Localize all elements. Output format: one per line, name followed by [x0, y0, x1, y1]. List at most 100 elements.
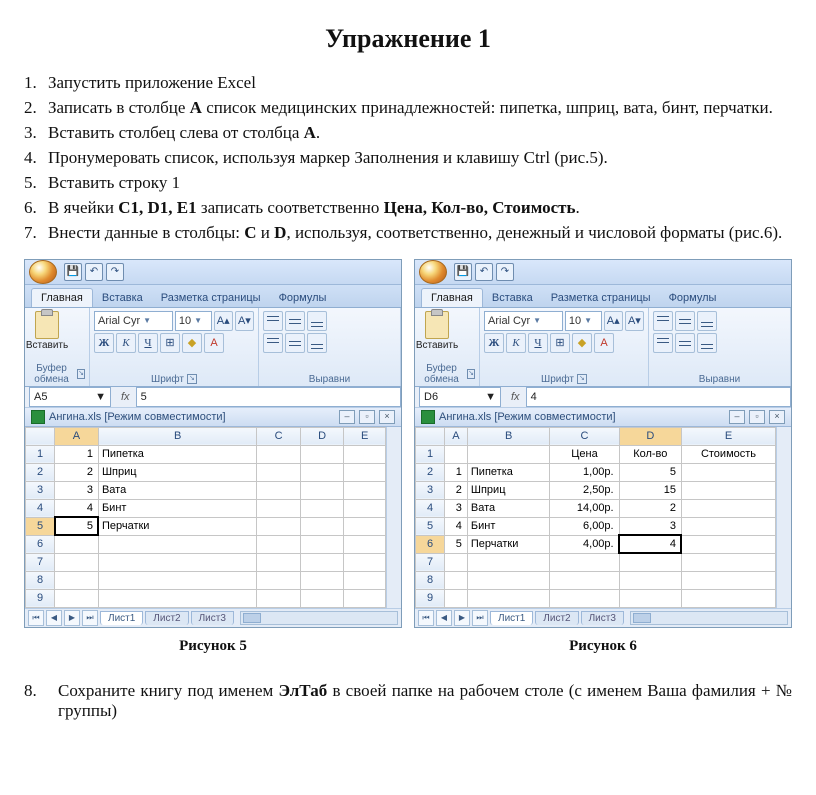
spreadsheet-grid[interactable]: A B C D E 11Пипетка 22Шприц 33Вата 44Бин…: [25, 427, 386, 608]
tab-insert[interactable]: Вставка: [93, 289, 152, 307]
clipboard-icon: [425, 311, 449, 339]
dialog-launcher-icon[interactable]: ↘: [187, 374, 197, 384]
minimize-icon[interactable]: –: [729, 410, 745, 424]
spreadsheet-grid[interactable]: A B C D E 1ЦенаКол-воСтоимость 21Пипетка…: [415, 427, 776, 608]
step-8: 8. Сохраните книгу под именем ЭлТаб в св…: [24, 681, 792, 721]
selected-cell[interactable]: 5: [55, 517, 99, 535]
align-left-icon[interactable]: [653, 333, 673, 353]
tab-layout[interactable]: Разметка страницы: [152, 289, 270, 307]
step-5: Вставить строку 1: [48, 173, 180, 192]
font-combo[interactable]: Arial Cyr▼: [484, 311, 563, 331]
sheet-nav-prev-icon[interactable]: ◀: [436, 610, 452, 626]
undo-icon[interactable]: ↶: [85, 263, 103, 281]
align-bottom-icon[interactable]: [697, 311, 717, 331]
figure6-caption: Рисунок 6: [414, 638, 792, 655]
sheet-tab-1[interactable]: Лист1: [100, 611, 143, 625]
figure5-caption: Рисунок 5: [24, 638, 402, 655]
minimize-icon[interactable]: –: [339, 410, 355, 424]
step-1: Запустить приложение Excel: [48, 73, 256, 92]
sheet-tab-3[interactable]: Лист3: [581, 611, 624, 625]
sheet-nav-last-icon[interactable]: ⏭: [472, 610, 488, 626]
sheet-nav-last-icon[interactable]: ⏭: [82, 610, 98, 626]
align-right-icon[interactable]: [697, 333, 717, 353]
selected-cell[interactable]: 4: [619, 535, 681, 553]
sheet-nav-first-icon[interactable]: ⏮: [418, 610, 434, 626]
redo-icon[interactable]: ↷: [106, 263, 124, 281]
border-button[interactable]: ⊞: [160, 333, 180, 353]
border-button[interactable]: ⊞: [550, 333, 570, 353]
horizontal-scrollbar[interactable]: [630, 611, 788, 625]
align-middle-icon[interactable]: [675, 311, 695, 331]
sheet-nav-next-icon[interactable]: ▶: [454, 610, 470, 626]
italic-button[interactable]: К: [116, 333, 136, 353]
paste-button[interactable]: Вставить: [419, 311, 455, 355]
step-4: Пронумеровать список, используя маркер З…: [48, 148, 608, 167]
sheet-tab-2[interactable]: Лист2: [535, 611, 578, 625]
restore-icon[interactable]: ▫: [359, 410, 375, 424]
align-right-icon[interactable]: [307, 333, 327, 353]
tab-insert[interactable]: Вставка: [483, 289, 542, 307]
instruction-list: 1.Запустить приложение Excel 2.Записать …: [24, 72, 792, 245]
bold-button[interactable]: Ж: [94, 333, 114, 353]
office-button[interactable]: [29, 260, 57, 284]
tab-home[interactable]: Главная: [31, 288, 93, 307]
font-color-button[interactable]: A: [594, 333, 614, 353]
align-top-icon[interactable]: [653, 311, 673, 331]
excel-fig6: 💾 ↶ ↷ Главная Вставка Разметка страницы …: [414, 259, 792, 628]
fx-icon[interactable]: fx: [115, 391, 136, 403]
grow-font-icon[interactable]: A▴: [214, 311, 233, 331]
align-middle-icon[interactable]: [285, 311, 305, 331]
sheet-tab-2[interactable]: Лист2: [145, 611, 188, 625]
clipboard-icon: [35, 311, 59, 339]
redo-icon[interactable]: ↷: [496, 263, 514, 281]
dialog-launcher-icon[interactable]: ↘: [467, 369, 475, 379]
undo-icon[interactable]: ↶: [475, 263, 493, 281]
sheet-nav-next-icon[interactable]: ▶: [64, 610, 80, 626]
shrink-font-icon[interactable]: A▾: [625, 311, 644, 331]
fill-color-button[interactable]: ◆: [572, 333, 592, 353]
save-icon[interactable]: 💾: [454, 263, 472, 281]
formula-input[interactable]: 4: [526, 387, 791, 407]
underline-button[interactable]: Ч: [138, 333, 158, 353]
align-center-icon[interactable]: [285, 333, 305, 353]
tab-home[interactable]: Главная: [421, 288, 483, 307]
size-combo[interactable]: 10▼: [565, 311, 602, 331]
font-combo[interactable]: Arial Cyr▼: [94, 311, 173, 331]
formula-input[interactable]: 5: [136, 387, 401, 407]
shrink-font-icon[interactable]: A▾: [235, 311, 254, 331]
italic-button[interactable]: К: [506, 333, 526, 353]
fill-color-button[interactable]: ◆: [182, 333, 202, 353]
sheet-tab-1[interactable]: Лист1: [490, 611, 533, 625]
excel-doc-icon: [421, 410, 435, 424]
restore-icon[interactable]: ▫: [749, 410, 765, 424]
name-box[interactable]: A5▼: [29, 387, 111, 407]
tab-layout[interactable]: Разметка страницы: [542, 289, 660, 307]
size-combo[interactable]: 10▼: [175, 311, 212, 331]
paste-button[interactable]: Вставить: [29, 311, 65, 355]
tab-formulas[interactable]: Формулы: [270, 289, 336, 307]
close-icon[interactable]: ×: [769, 410, 785, 424]
save-icon[interactable]: 💾: [64, 263, 82, 281]
align-center-icon[interactable]: [675, 333, 695, 353]
font-color-button[interactable]: A: [204, 333, 224, 353]
grow-font-icon[interactable]: A▴: [604, 311, 623, 331]
align-left-icon[interactable]: [263, 333, 283, 353]
align-top-icon[interactable]: [263, 311, 283, 331]
dialog-launcher-icon[interactable]: ↘: [577, 374, 587, 384]
vertical-scrollbar[interactable]: [776, 427, 791, 608]
tab-formulas[interactable]: Формулы: [660, 289, 726, 307]
underline-button[interactable]: Ч: [528, 333, 548, 353]
sheet-nav-first-icon[interactable]: ⏮: [28, 610, 44, 626]
dialog-launcher-icon[interactable]: ↘: [77, 369, 85, 379]
vertical-scrollbar[interactable]: [386, 427, 401, 608]
align-bottom-icon[interactable]: [307, 311, 327, 331]
horizontal-scrollbar[interactable]: [240, 611, 398, 625]
sheet-nav-prev-icon[interactable]: ◀: [46, 610, 62, 626]
name-box[interactable]: D6▼: [419, 387, 501, 407]
sheet-tab-3[interactable]: Лист3: [191, 611, 234, 625]
fx-icon[interactable]: fx: [505, 391, 526, 403]
office-button[interactable]: [419, 260, 447, 284]
page-title: Упражнение 1: [24, 24, 792, 54]
bold-button[interactable]: Ж: [484, 333, 504, 353]
close-icon[interactable]: ×: [379, 410, 395, 424]
